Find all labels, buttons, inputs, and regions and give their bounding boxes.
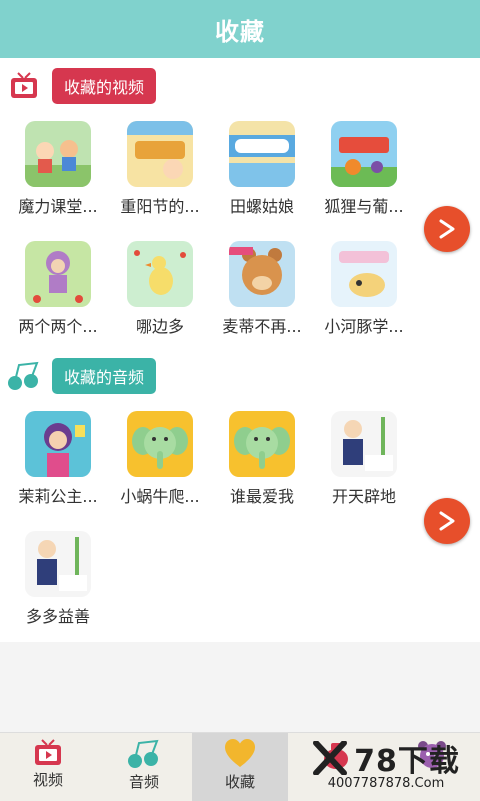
video-title: 田螺姑娘 (229, 197, 294, 216)
music-note-icon (128, 739, 159, 768)
audio-section-title: 收藏的音频 (52, 358, 157, 394)
video-title: 狐狸与葡... (324, 197, 404, 216)
favorites-content: 收藏的视频 魔力课堂... 重阳节的... 田螺姑娘 狐狸与葡... 两个两个.… (0, 58, 480, 642)
audio-item[interactable]: 小蜗牛爬... (112, 411, 208, 507)
audio-thumbnail (25, 531, 91, 597)
video-item[interactable]: 小河豚学... (316, 241, 412, 337)
nav-item-audio[interactable]: 音频 (96, 733, 192, 801)
video-item[interactable]: 田螺姑娘 (214, 121, 310, 217)
nav-label: 音频 (128, 773, 159, 791)
audio-title: 开天辟地 (331, 487, 396, 506)
video-title: 重阳节的... (120, 197, 200, 216)
audio-next-button[interactable] (424, 498, 470, 544)
nav-item-video[interactable]: 视频 (0, 733, 96, 801)
audio-thumbnail (127, 411, 193, 477)
video-thumbnail (25, 241, 91, 307)
audio-thumbnail (229, 411, 295, 477)
video-item[interactable]: 重阳节的... (112, 121, 208, 217)
audio-section-header: 收藏的音频 (0, 356, 157, 396)
video-thumbnail (127, 241, 193, 307)
video-item[interactable]: 两个两个... (10, 241, 106, 337)
chevron-right-icon (439, 219, 455, 239)
video-section-title: 收藏的视频 (52, 68, 157, 104)
tv-icon (6, 68, 42, 104)
watermark: 78下载 4007787878.Com (296, 736, 476, 798)
audio-item[interactable]: 谁最爱我 (214, 411, 310, 507)
video-title: 麦蒂不再... (222, 317, 302, 336)
video-thumbnail (229, 121, 295, 187)
watermark-brand: 78下载 (354, 744, 460, 779)
video-thumbnail (331, 241, 397, 307)
video-title: 魔力课堂... (18, 197, 98, 216)
video-thumbnail (331, 121, 397, 187)
watermark-url: 4007787878.Com (327, 776, 445, 791)
video-section-header: 收藏的视频 (0, 66, 157, 106)
video-item[interactable]: 狐狸与葡... (316, 121, 412, 217)
video-title: 哪边多 (135, 317, 184, 336)
heart-icon (225, 739, 255, 767)
audio-title: 茉莉公主... (18, 487, 98, 506)
audio-thumbnail (331, 411, 397, 477)
audio-title: 谁最爱我 (229, 487, 294, 506)
video-thumbnail (25, 121, 91, 187)
nav-item-favorites[interactable]: 收藏 (192, 733, 288, 801)
watermark-logo-icon (313, 741, 348, 775)
music-note-icon (6, 358, 42, 394)
video-item[interactable]: 麦蒂不再... (214, 241, 310, 337)
audio-item[interactable]: 多多益善 (10, 531, 106, 627)
audio-title: 小蜗牛爬... (120, 487, 200, 506)
audio-thumbnail (25, 411, 91, 477)
video-thumbnail (127, 121, 193, 187)
audio-title: 多多益善 (25, 607, 90, 626)
nav-label: 视频 (32, 771, 63, 789)
chevron-right-icon (439, 511, 455, 531)
page-title: 收藏 (215, 17, 265, 46)
video-next-button[interactable] (424, 206, 470, 252)
video-title: 两个两个... (18, 317, 98, 336)
app-header: 收藏 (0, 0, 480, 58)
video-item[interactable]: 魔力课堂... (10, 121, 106, 217)
video-thumbnail (229, 241, 295, 307)
tv-icon (35, 739, 61, 765)
nav-label: 收藏 (224, 773, 255, 791)
audio-item[interactable]: 茉莉公主... (10, 411, 106, 507)
audio-item[interactable]: 开天辟地 (316, 411, 412, 507)
video-title: 小河豚学... (324, 317, 404, 336)
video-item[interactable]: 哪边多 (112, 241, 208, 337)
